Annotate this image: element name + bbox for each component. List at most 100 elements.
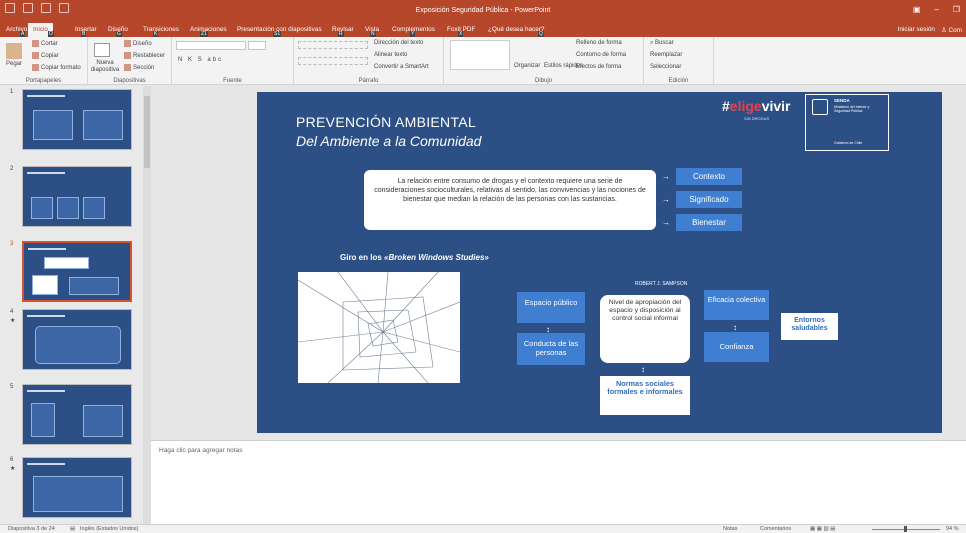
nivel-apropiacion-box[interactable]: Nivel de apropiación del espacio y dispo… — [600, 295, 690, 363]
thumb-shape — [33, 110, 73, 140]
scrollbar-thumb[interactable] — [144, 96, 150, 168]
font-size-box[interactable] — [248, 41, 266, 50]
shape-outline-button[interactable]: Contorno de forma — [576, 52, 626, 58]
conducta-box[interactable]: Conducta de las personas — [517, 333, 585, 365]
current-slide[interactable]: PREVENCIÓN AMBIENTAL Del Ambiente a la C… — [257, 92, 942, 433]
shape-fill-button[interactable]: Relleno de forma — [576, 40, 622, 46]
alignment-buttons[interactable] — [298, 57, 368, 65]
thumb-shape — [33, 476, 123, 512]
layout-icon — [124, 40, 131, 47]
entornos-saludables-box[interactable]: Entornos saludables — [781, 313, 838, 340]
logo-vivir: vivir — [761, 98, 791, 114]
thumb-shape — [32, 275, 58, 295]
thumb-shape — [35, 326, 121, 364]
copy-button[interactable]: Copiar — [32, 52, 59, 59]
font-name-box[interactable] — [176, 41, 246, 50]
group-clipboard: Pegar Cortar Copiar Copiar formato Porta… — [0, 37, 88, 85]
comments-toggle[interactable]: Comentarios — [760, 526, 791, 532]
tell-me-search[interactable]: ¿Qué desea hacer? — [488, 26, 545, 33]
italic-button[interactable]: K — [188, 57, 194, 63]
thumb-shape — [57, 197, 79, 219]
restore-icon[interactable]: ❐ — [953, 5, 960, 14]
list-buttons[interactable] — [298, 41, 368, 49]
reset-icon — [124, 52, 131, 59]
elige-vivir-logo: #eligevivir SIN DROGAS — [722, 98, 791, 121]
shapes-gallery[interactable] — [450, 40, 510, 70]
broken-glass-image[interactable] — [298, 272, 460, 383]
slide-counter: Diapositiva 3 de 24 — [8, 526, 55, 532]
thumbnails-scrollbar[interactable] — [143, 86, 151, 524]
group-label: Fuente — [223, 78, 242, 84]
view-buttons[interactable]: ▦ ▦ ▥ ▤ — [810, 526, 835, 532]
smartart-button[interactable]: Convertir a SmartArt — [374, 64, 429, 70]
gobierno-label: Gobierno de Chile — [834, 141, 863, 145]
slide-thumbnail-2[interactable] — [22, 166, 132, 227]
window-controls: ▣ – ❐ — [913, 5, 960, 14]
ribbon-tabs: Archivo Inicio Insertar Diseño Transicio… — [0, 23, 966, 38]
espacio-publico-box[interactable]: Espacio público — [517, 292, 585, 323]
strike-button[interactable]: abc — [207, 57, 223, 63]
thumb-number: 6 — [10, 457, 14, 463]
group-label: Edición — [668, 78, 689, 84]
minimize-icon[interactable]: – — [934, 5, 938, 14]
thumb-title-bar — [27, 390, 65, 392]
slide-thumbnail-1[interactable] — [22, 89, 132, 150]
confianza-box[interactable]: Confianza — [704, 332, 769, 362]
reset-button[interactable]: Restablecer — [124, 52, 165, 59]
new-slide-button[interactable]: Nueva diapositiva — [90, 60, 120, 74]
format-painter-label: Copiar formato — [41, 65, 81, 72]
align-text-button[interactable]: Alinear texto — [374, 52, 407, 58]
zoom-slider-thumb[interactable] — [904, 526, 907, 532]
significado-box[interactable]: Significado — [676, 191, 742, 208]
notes-placeholder[interactable]: Haga clic para agregar notas — [159, 447, 242, 454]
paste-button[interactable]: Pegar — [6, 61, 22, 67]
bold-button[interactable]: N — [178, 57, 184, 63]
slide-title[interactable]: PREVENCIÓN AMBIENTAL — [296, 114, 476, 130]
slide-thumbnail-4[interactable] — [22, 309, 132, 370]
shape-effects-button[interactable]: Efectos de forma — [576, 64, 621, 70]
title-bar: Exposición Seguridad Pública - PowerPoin… — [0, 0, 966, 23]
paste-icon[interactable] — [6, 43, 22, 59]
find-button[interactable]: ⌕ Buscar — [650, 40, 674, 47]
sign-in-link[interactable]: Iniciar sesión — [898, 26, 935, 34]
eficacia-box[interactable]: Eficacia colectiva — [704, 290, 769, 320]
format-painter-button[interactable]: Copiar formato — [32, 64, 81, 71]
new-slide-icon[interactable] — [94, 43, 110, 57]
thumb-title-bar — [28, 248, 66, 250]
cut-button[interactable]: Cortar — [32, 40, 58, 47]
arrange-button[interactable]: Organizar — [514, 63, 540, 69]
group-slides: Nueva diapositiva Diseño Restablecer Sec… — [88, 37, 172, 85]
replace-button[interactable]: Reemplazar — [650, 52, 682, 58]
section-icon — [124, 64, 131, 71]
giro-prefix: Giro en los — [340, 253, 385, 262]
spellcheck-icon[interactable]: ▤ — [70, 526, 75, 532]
tab-transiciones[interactable]: Transiciones — [143, 26, 179, 33]
normas-sociales-box[interactable]: Normas sociales formales e informales — [600, 376, 690, 415]
giro-emphasis: «Broken Windows Studies» — [384, 253, 489, 262]
relation-box[interactable]: La relación entre consumo de drogas y el… — [364, 170, 656, 230]
bienestar-box[interactable]: Bienestar — [676, 214, 742, 231]
ribbon-display-icon[interactable]: ▣ — [913, 5, 921, 14]
slide-thumbnail-5[interactable] — [22, 384, 132, 445]
slide-subtitle[interactable]: Del Ambiente a la Comunidad — [296, 133, 481, 149]
giro-heading[interactable]: Giro en los «Broken Windows Studies» — [340, 253, 489, 262]
slide-thumbnail-3-selected[interactable] — [22, 241, 132, 302]
share-button[interactable]: ♙ Com — [941, 26, 962, 34]
tab-animaciones[interactable]: Animaciones — [190, 26, 227, 33]
underline-button[interactable]: S — [198, 57, 204, 63]
layout-button[interactable]: Diseño — [124, 40, 152, 47]
thumb-title-bar — [27, 463, 65, 465]
notes-pane[interactable]: Haga clic para agregar notas — [151, 440, 966, 524]
group-drawing: Organizar Estilos rápidos Relleno de for… — [444, 37, 644, 85]
language-indicator[interactable]: Inglés (Estados Unidos) — [80, 526, 138, 532]
select-button[interactable]: Seleccionar — [650, 64, 681, 70]
logo-hash: # — [722, 98, 730, 114]
star-icon: ★ — [10, 466, 16, 472]
zoom-level[interactable]: 94 % — [946, 526, 959, 532]
slide-thumbnail-6[interactable] — [22, 457, 132, 518]
notes-toggle[interactable]: Notas — [723, 526, 737, 532]
contexto-box[interactable]: Contexto — [676, 168, 742, 185]
text-direction-button[interactable]: Dirección del texto — [374, 40, 423, 46]
section-button[interactable]: Sección — [124, 64, 154, 71]
ribbon-home: Pegar Cortar Copiar Copiar formato Porta… — [0, 37, 966, 85]
